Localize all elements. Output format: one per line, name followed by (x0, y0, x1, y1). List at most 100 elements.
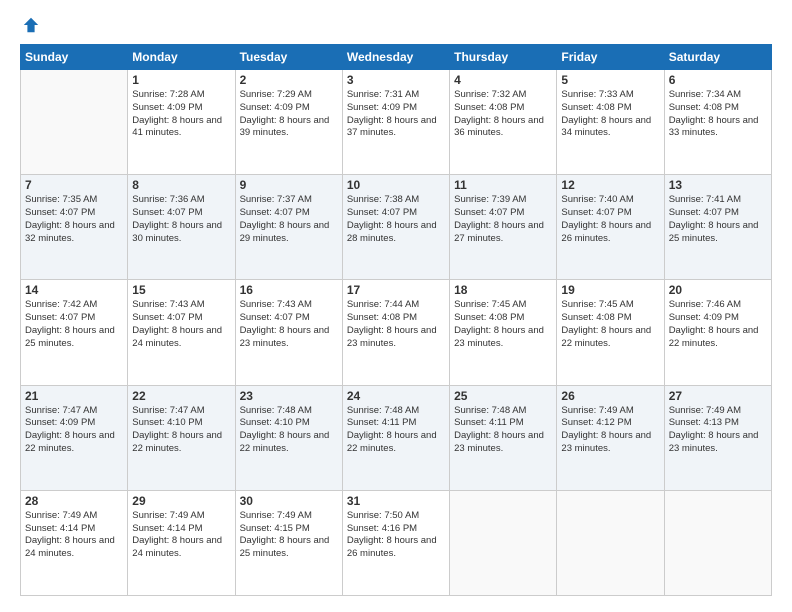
day-info: Sunrise: 7:49 AMSunset: 4:12 PMDaylight:… (561, 405, 659, 456)
day-number: 13 (669, 178, 767, 192)
day-number: 25 (454, 389, 552, 403)
day-number: 26 (561, 389, 659, 403)
calendar-cell: 3Sunrise: 7:31 AMSunset: 4:09 PMDaylight… (342, 70, 449, 175)
day-info: Sunrise: 7:48 AMSunset: 4:11 PMDaylight:… (347, 405, 445, 456)
calendar-cell: 5Sunrise: 7:33 AMSunset: 4:08 PMDaylight… (557, 70, 664, 175)
day-number: 4 (454, 73, 552, 87)
weekday-header-thursday: Thursday (450, 45, 557, 70)
calendar-cell: 18Sunrise: 7:45 AMSunset: 4:08 PMDayligh… (450, 280, 557, 385)
day-info: Sunrise: 7:46 AMSunset: 4:09 PMDaylight:… (669, 299, 767, 350)
calendar-cell: 25 Sunrise: 7:48 AMSunset: 4:11 PMDayligh… (450, 385, 557, 490)
calendar-cell: 12Sunrise: 7:40 AMSunset: 4:07 PMDayligh… (557, 175, 664, 280)
calendar-cell: 7 Sunrise: 7:35 AMSunset: 4:07 PMDaylight… (21, 175, 128, 280)
day-info: Sunrise: 7:45 AMSunset: 4:08 PMDaylight:… (561, 299, 659, 350)
day-info: Sunrise: 7:40 AMSunset: 4:07 PMDaylight:… (561, 194, 659, 245)
day-info: Sunrise: 7:37 AMSunset: 4:07 PMDaylight:… (240, 194, 338, 245)
calendar-cell: 11 Sunrise: 7:39 AMSunset: 4:07 PMDayligh… (450, 175, 557, 280)
day-number: 20 (669, 283, 767, 297)
day-info: Sunrise: 7:47 AMSunset: 4:10 PMDaylight:… (132, 405, 230, 456)
calendar-cell (21, 70, 128, 175)
day-number: 11 (454, 178, 552, 192)
day-number: 16 (240, 283, 338, 297)
day-info: Sunrise: 7:28 AMSunset: 4:09 PMDaylight:… (132, 89, 230, 140)
day-number: 8 (132, 178, 230, 192)
day-info: Sunrise: 7:50 AMSunset: 4:16 PMDaylight:… (347, 510, 445, 561)
weekday-header-saturday: Saturday (664, 45, 771, 70)
day-number: 29 (132, 494, 230, 508)
day-number: 22 (132, 389, 230, 403)
calendar-cell: 17 Sunrise: 7:44 AMSunset: 4:08 PMDayligh… (342, 280, 449, 385)
day-info: Sunrise: 7:49 AMSunset: 4:14 PMDaylight:… (132, 510, 230, 561)
day-info: Sunrise: 7:36 AMSunset: 4:07 PMDaylight:… (132, 194, 230, 245)
calendar-week-5: 28 Sunrise: 7:49 AMSunset: 4:14 PMDayligh… (21, 490, 772, 595)
calendar-cell: 27Sunrise: 7:49 AMSunset: 4:13 PMDayligh… (664, 385, 771, 490)
weekday-header-friday: Friday (557, 45, 664, 70)
calendar-cell: 6 Sunrise: 7:34 AMSunset: 4:08 PMDaylight… (664, 70, 771, 175)
day-number: 21 (25, 389, 123, 403)
calendar-cell: 23Sunrise: 7:48 AMSunset: 4:10 PMDayligh… (235, 385, 342, 490)
day-number: 14 (25, 283, 123, 297)
calendar-cell: 24 Sunrise: 7:48 AMSunset: 4:11 PMDayligh… (342, 385, 449, 490)
calendar-week-2: 7 Sunrise: 7:35 AMSunset: 4:07 PMDaylight… (21, 175, 772, 280)
day-info: Sunrise: 7:43 AMSunset: 4:07 PMDaylight:… (132, 299, 230, 350)
day-number: 24 (347, 389, 445, 403)
calendar-cell: 2 Sunrise: 7:29 AMSunset: 4:09 PMDaylight… (235, 70, 342, 175)
calendar-cell: 14 Sunrise: 7:42 AMSunset: 4:07 PMDayligh… (21, 280, 128, 385)
calendar-cell: 16 Sunrise: 7:43 AMSunset: 4:07 PMDayligh… (235, 280, 342, 385)
day-info: Sunrise: 7:49 AMSunset: 4:15 PMDaylight:… (240, 510, 338, 561)
day-number: 2 (240, 73, 338, 87)
header (20, 16, 772, 34)
day-number: 28 (25, 494, 123, 508)
calendar-cell (450, 490, 557, 595)
day-number: 19 (561, 283, 659, 297)
day-number: 18 (454, 283, 552, 297)
day-info: Sunrise: 7:29 AMSunset: 4:09 PMDaylight:… (240, 89, 338, 140)
day-info: Sunrise: 7:39 AMSunset: 4:07 PMDaylight:… (454, 194, 552, 245)
calendar-cell: 10 Sunrise: 7:38 AMSunset: 4:07 PMDayligh… (342, 175, 449, 280)
calendar-cell (557, 490, 664, 595)
day-number: 5 (561, 73, 659, 87)
weekday-header-monday: Monday (128, 45, 235, 70)
calendar-cell: 4 Sunrise: 7:32 AMSunset: 4:08 PMDaylight… (450, 70, 557, 175)
weekday-header-row: SundayMondayTuesdayWednesdayThursdayFrid… (21, 45, 772, 70)
day-number: 1 (132, 73, 230, 87)
day-number: 9 (240, 178, 338, 192)
day-info: Sunrise: 7:49 AMSunset: 4:14 PMDaylight:… (25, 510, 123, 561)
calendar-table: SundayMondayTuesdayWednesdayThursdayFrid… (20, 44, 772, 596)
calendar-cell: 31 Sunrise: 7:50 AMSunset: 4:16 PMDayligh… (342, 490, 449, 595)
calendar-cell (664, 490, 771, 595)
day-info: Sunrise: 7:44 AMSunset: 4:08 PMDaylight:… (347, 299, 445, 350)
calendar-cell: 20 Sunrise: 7:46 AMSunset: 4:09 PMDayligh… (664, 280, 771, 385)
calendar-cell: 22 Sunrise: 7:47 AMSunset: 4:10 PMDayligh… (128, 385, 235, 490)
day-info: Sunrise: 7:48 AMSunset: 4:10 PMDaylight:… (240, 405, 338, 456)
page: SundayMondayTuesdayWednesdayThursdayFrid… (0, 0, 792, 612)
day-number: 7 (25, 178, 123, 192)
calendar-cell: 15Sunrise: 7:43 AMSunset: 4:07 PMDayligh… (128, 280, 235, 385)
calendar-cell: 30 Sunrise: 7:49 AMSunset: 4:15 PMDayligh… (235, 490, 342, 595)
day-info: Sunrise: 7:35 AMSunset: 4:07 PMDaylight:… (25, 194, 123, 245)
day-info: Sunrise: 7:48 AMSunset: 4:11 PMDaylight:… (454, 405, 552, 456)
calendar-cell: 8 Sunrise: 7:36 AMSunset: 4:07 PMDaylight… (128, 175, 235, 280)
logo-icon (22, 16, 40, 34)
day-info: Sunrise: 7:41 AMSunset: 4:07 PMDaylight:… (669, 194, 767, 245)
day-number: 31 (347, 494, 445, 508)
day-info: Sunrise: 7:38 AMSunset: 4:07 PMDaylight:… (347, 194, 445, 245)
calendar-cell: 26 Sunrise: 7:49 AMSunset: 4:12 PMDayligh… (557, 385, 664, 490)
day-info: Sunrise: 7:34 AMSunset: 4:08 PMDaylight:… (669, 89, 767, 140)
day-info: Sunrise: 7:43 AMSunset: 4:07 PMDaylight:… (240, 299, 338, 350)
day-number: 30 (240, 494, 338, 508)
calendar-week-3: 14 Sunrise: 7:42 AMSunset: 4:07 PMDayligh… (21, 280, 772, 385)
day-number: 17 (347, 283, 445, 297)
calendar-cell: 1 Sunrise: 7:28 AMSunset: 4:09 PMDaylight… (128, 70, 235, 175)
day-info: Sunrise: 7:42 AMSunset: 4:07 PMDaylight:… (25, 299, 123, 350)
calendar-week-1: 1 Sunrise: 7:28 AMSunset: 4:09 PMDaylight… (21, 70, 772, 175)
calendar-cell: 13 Sunrise: 7:41 AMSunset: 4:07 PMDayligh… (664, 175, 771, 280)
day-info: Sunrise: 7:32 AMSunset: 4:08 PMDaylight:… (454, 89, 552, 140)
day-number: 10 (347, 178, 445, 192)
logo (20, 16, 40, 34)
calendar-cell: 9 Sunrise: 7:37 AMSunset: 4:07 PMDaylight… (235, 175, 342, 280)
calendar-cell: 29 Sunrise: 7:49 AMSunset: 4:14 PMDayligh… (128, 490, 235, 595)
day-info: Sunrise: 7:47 AMSunset: 4:09 PMDaylight:… (25, 405, 123, 456)
day-number: 6 (669, 73, 767, 87)
weekday-header-sunday: Sunday (21, 45, 128, 70)
